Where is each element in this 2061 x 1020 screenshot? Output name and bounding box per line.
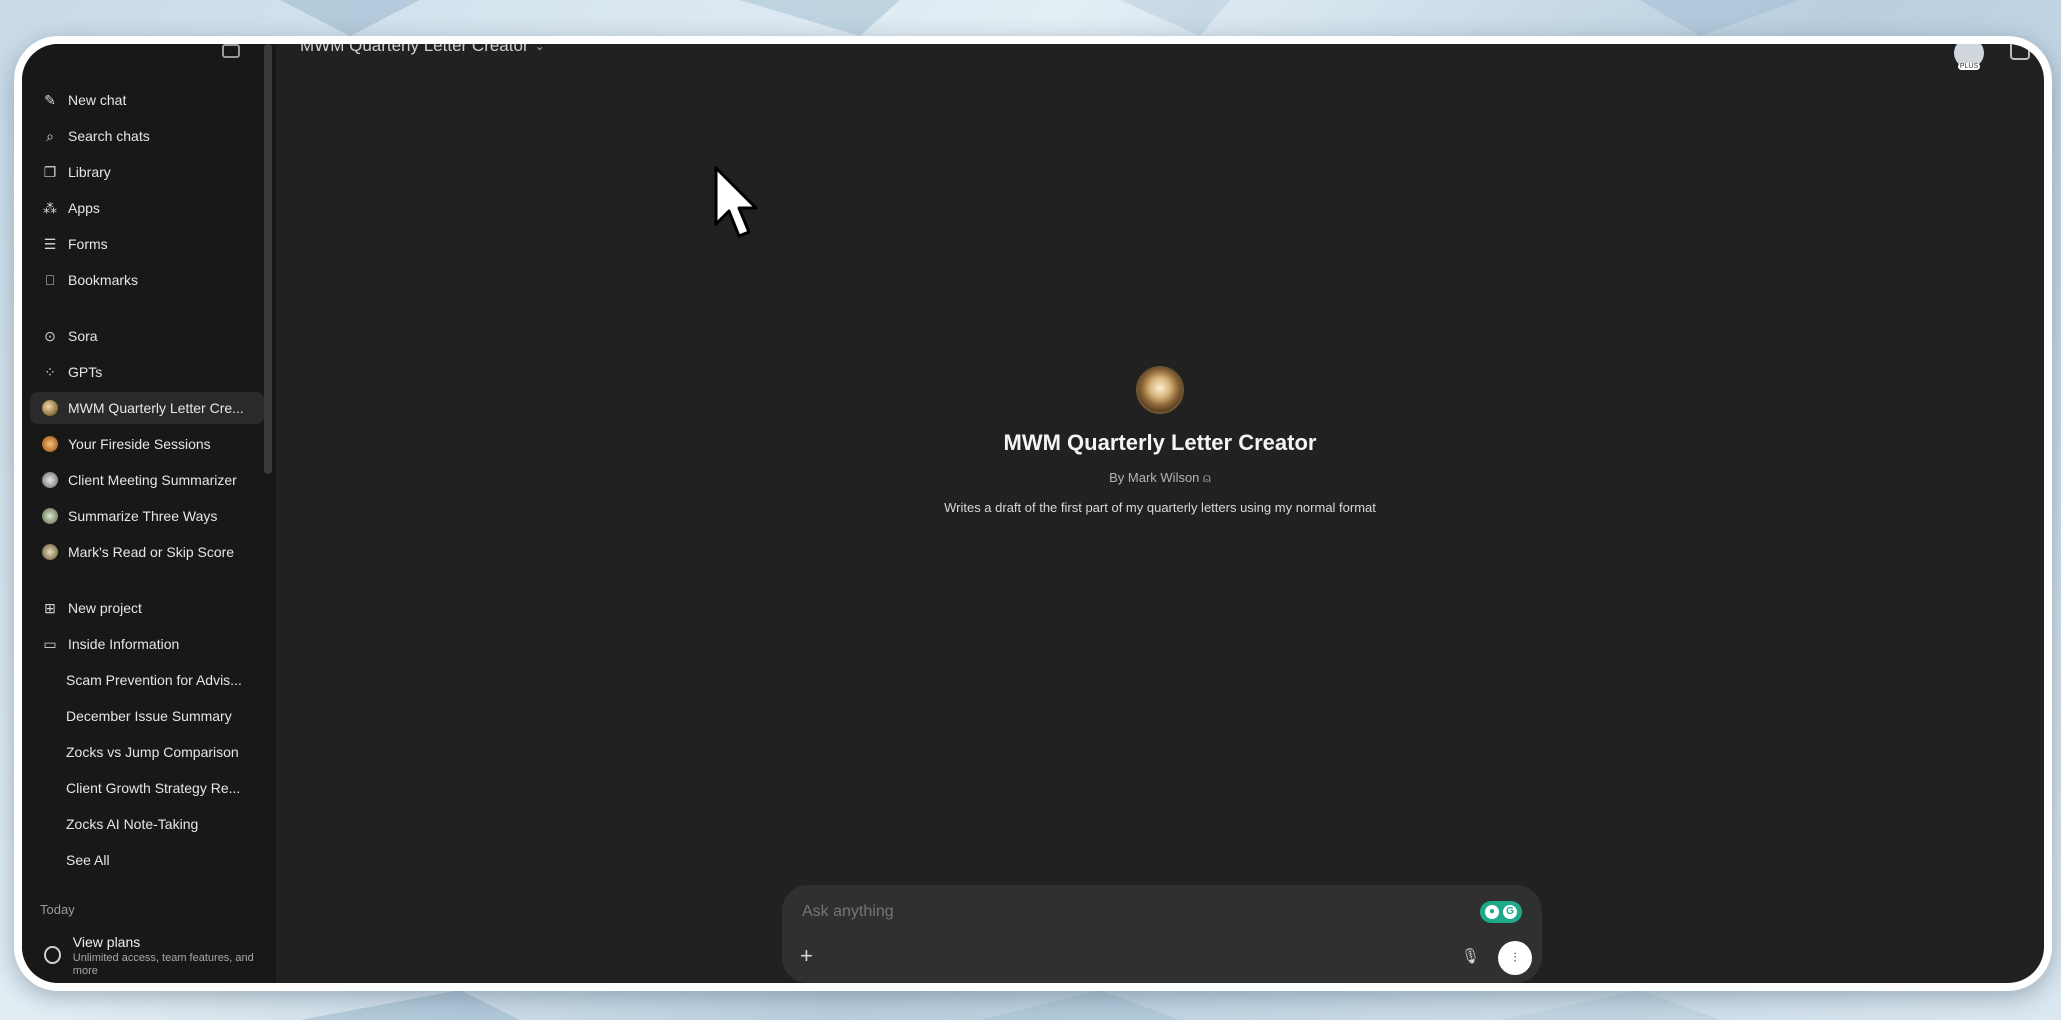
sidebar-gpt-item[interactable]: Your Fireside Sessions bbox=[30, 428, 264, 460]
sidebar-item-gpts[interactable]: ⁘ GPTs bbox=[30, 356, 264, 388]
gpt-avatar bbox=[42, 472, 58, 488]
gpt-title: MWM Quarterly Letter Creator bbox=[300, 44, 529, 55]
sidebar-see-all[interactable]: See All bbox=[30, 844, 264, 876]
sidebar-scrollbar[interactable] bbox=[264, 44, 272, 474]
sidebar-item-label: Bookmarks bbox=[68, 272, 139, 288]
sidebar-project-chat[interactable]: Scam Prevention for Advis... bbox=[30, 664, 264, 696]
sidebar-item-label: See All bbox=[66, 852, 110, 868]
sidebar-item-new-chat[interactable]: ✎ New chat bbox=[30, 84, 264, 116]
gpt-avatar bbox=[42, 400, 58, 416]
sora-icon: ⊙ bbox=[44, 327, 56, 344]
sidebar-item-label: Forms bbox=[68, 236, 108, 252]
library-icon: ❐ bbox=[43, 163, 57, 180]
voice-mode-button[interactable]: ⫶ bbox=[1498, 941, 1532, 975]
folder-icon: ▭ bbox=[43, 635, 57, 652]
sidebar-project-chat[interactable]: Client Growth Strategy Re... bbox=[30, 772, 264, 804]
grammarly-icon[interactable]: ● G bbox=[1480, 901, 1522, 923]
composer: ●G + 🎙 ⫶ bbox=[782, 885, 1542, 983]
sidebar-item-label: Client Meeting Summarizer bbox=[68, 472, 237, 488]
sidebar-item-label: GPTs bbox=[68, 364, 103, 380]
apps-icon: ⁂ bbox=[43, 199, 57, 216]
sidebar-item-label: Sora bbox=[68, 328, 98, 344]
sidebar-gpt-item[interactable]: Client Meeting Summarizer bbox=[30, 464, 264, 496]
author-label: By Mark Wilson bbox=[1109, 470, 1200, 485]
new-chat-icon: ✎ bbox=[44, 91, 56, 108]
sidebar-item-bookmarks[interactable]: ⎕ Bookmarks bbox=[30, 264, 264, 296]
add-attachment-button[interactable]: + bbox=[800, 943, 813, 969]
sidebar-item-apps[interactable]: ⁂ Apps bbox=[30, 192, 264, 224]
sidebar-item-label: New chat bbox=[68, 92, 127, 108]
chat-input[interactable] bbox=[802, 903, 1402, 921]
avatar[interactable]: PLUS bbox=[1954, 44, 1984, 70]
sidebar-item-label: Inside Information bbox=[68, 636, 180, 652]
gpts-icon: ⁘ bbox=[44, 363, 56, 380]
app-window: ✎ New chat ⌕ Search chats ❐ Library ⁂ Ap… bbox=[22, 44, 2044, 983]
bookmark-icon: ⎕ bbox=[45, 271, 55, 288]
person-icon: ⍝ bbox=[1203, 470, 1211, 485]
sidebar-item-label: New project bbox=[68, 600, 142, 616]
gpt-avatar bbox=[42, 508, 58, 524]
sidebar-item-label: Summarize Three Ways bbox=[68, 508, 218, 524]
sidebar-item-label: December Issue Summary bbox=[66, 708, 232, 724]
sidebar-item-label: Library bbox=[68, 164, 111, 180]
sidebar-item-label: Search chats bbox=[68, 128, 150, 144]
plan-badge: PLUS bbox=[1957, 63, 1981, 70]
new-project-icon: ⊞ bbox=[44, 599, 56, 616]
sidebar-project-chat[interactable]: December Issue Summary bbox=[30, 700, 264, 732]
sidebar: ✎ New chat ⌕ Search chats ❐ Library ⁂ Ap… bbox=[22, 44, 276, 983]
sidebar-item-search-chats[interactable]: ⌕ Search chats bbox=[30, 120, 264, 152]
mouse-cursor-icon bbox=[714, 166, 758, 238]
gpt-description: Writes a draft of the first part of my q… bbox=[944, 500, 1376, 515]
gpt-avatar bbox=[1136, 366, 1184, 414]
sidebar-gpt-item[interactable]: MWM Quarterly Letter Cre... bbox=[30, 392, 264, 424]
plans-title: View plans bbox=[72, 934, 141, 950]
sidebar-item-label: Client Growth Strategy Re... bbox=[66, 780, 241, 796]
view-plans-button[interactable]: View plans Unlimited access, team featur… bbox=[30, 932, 264, 982]
sidebar-item-library[interactable]: ❐ Library bbox=[30, 156, 264, 188]
gpt-author: By Mark Wilson ⍝ bbox=[276, 470, 2044, 486]
sidebar-project-chat[interactable]: Zocks vs Jump Comparison bbox=[30, 736, 264, 768]
sidebar-item-label: MWM Quarterly Letter Cre... bbox=[68, 400, 244, 416]
sidebar-item-label: Apps bbox=[68, 200, 100, 216]
gpt-intro: MWM Quarterly Letter Creator By Mark Wil… bbox=[276, 366, 2044, 517]
gpt-title-dropdown[interactable]: MWM Quarterly Letter Creator ⌄ bbox=[300, 44, 545, 56]
forms-icon: ☰ bbox=[43, 235, 57, 252]
sidebar-gpt-item[interactable]: Summarize Three Ways bbox=[30, 500, 264, 532]
gpt-avatar bbox=[42, 436, 58, 452]
sidebar-item-new-project[interactable]: ⊞ New project bbox=[30, 592, 264, 624]
section-heading-today: Today bbox=[40, 902, 75, 917]
sidebar-item-forms[interactable]: ☰ Forms bbox=[30, 228, 264, 260]
plans-icon bbox=[44, 946, 61, 964]
sidebar-item-sora[interactable]: ⊙ Sora bbox=[30, 320, 264, 352]
new-chat-icon[interactable] bbox=[2010, 44, 2030, 60]
sidebar-item-label: Zocks vs Jump Comparison bbox=[66, 744, 239, 760]
sidebar-gpt-item[interactable]: Mark's Read or Skip Score bbox=[30, 536, 264, 568]
search-icon: ⌕ bbox=[46, 127, 54, 144]
sidebar-project-chat[interactable]: Zocks AI Note-Taking bbox=[30, 808, 264, 840]
sidebar-project-folder[interactable]: ▭ Inside Information bbox=[30, 628, 264, 660]
gpt-name: MWM Quarterly Letter Creator bbox=[1003, 430, 1317, 455]
sidebar-item-label: Scam Prevention for Advis... bbox=[66, 672, 242, 688]
gpt-avatar bbox=[42, 544, 58, 560]
chevron-down-icon: ⌄ bbox=[534, 44, 545, 53]
sidebar-item-label: Mark's Read or Skip Score bbox=[68, 544, 235, 560]
sidebar-item-label: Zocks AI Note-Taking bbox=[66, 816, 199, 832]
microphone-icon[interactable]: 🎙 bbox=[1461, 947, 1480, 965]
plans-subtitle: Unlimited access, team features, and mor… bbox=[72, 952, 254, 977]
sidebar-toggle-icon[interactable] bbox=[222, 44, 240, 58]
sidebar-item-label: Your Fireside Sessions bbox=[68, 436, 211, 452]
